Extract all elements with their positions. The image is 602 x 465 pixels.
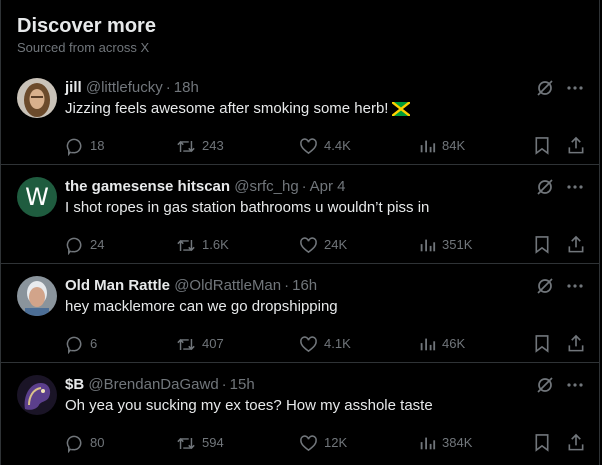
views-button[interactable]: 384K [418, 433, 472, 453]
view-count: 351K [442, 237, 473, 252]
timestamp[interactable]: 18h [174, 79, 199, 96]
tweet[interactable]: $B @BrendanDaGawd · 15h Oh yea you sucking… [1, 363, 599, 462]
view-count: 384K [442, 435, 473, 450]
author-handle[interactable]: @OldRattleMan [174, 277, 281, 294]
section-title: Discover more [17, 15, 156, 37]
grok-icon[interactable] [535, 177, 555, 202]
avatar[interactable] [17, 375, 57, 415]
repost-count: 1.6K [202, 237, 229, 252]
bookmark-button[interactable] [533, 235, 551, 254]
tweet-text: Jizzing feels awesome after smoking some… [65, 99, 583, 122]
grok-icon[interactable] [535, 78, 555, 103]
tweet-text: I shot ropes in gas station bathrooms u … [65, 199, 430, 216]
repost-button[interactable]: 407 [176, 334, 224, 354]
more-options-icon[interactable] [565, 177, 585, 202]
reply-count: 6 [90, 336, 98, 351]
views-button[interactable]: 351K [418, 235, 472, 255]
repost-button[interactable]: 243 [176, 136, 224, 156]
more-options-icon[interactable] [565, 276, 585, 301]
tweet[interactable]: jill @littlefucky · 18h Jizzing feels awes… [1, 66, 599, 165]
meta-separator: · [165, 79, 171, 96]
bookmark-button[interactable] [533, 433, 551, 452]
author-name[interactable]: jill [65, 79, 82, 96]
tweet-text: hey macklemore can we go dropshipping [65, 298, 338, 315]
repost-count: 594 [202, 435, 224, 450]
author-name[interactable]: the gamesense hitscan [65, 178, 230, 195]
repost-count: 407 [202, 336, 224, 351]
like-button[interactable]: 12K [299, 433, 347, 453]
timestamp[interactable]: 16h [292, 277, 317, 294]
avatar[interactable] [17, 78, 57, 118]
like-count: 4.1K [324, 336, 351, 351]
author-handle[interactable]: @srfc_hg [234, 178, 298, 195]
reply-count: 80 [90, 435, 105, 450]
like-button[interactable]: 24K [299, 235, 347, 255]
share-button[interactable] [567, 235, 585, 254]
tweet-text: Oh yea you sucking my ex toes? How my as… [65, 397, 433, 414]
repost-button[interactable]: 1.6K [176, 235, 229, 255]
tweet-text-content: Jizzing feels awesome after smoking some… [65, 100, 389, 117]
author-name[interactable]: Old Man Rattle [65, 277, 170, 294]
share-button[interactable] [567, 334, 585, 353]
tweet[interactable]: Old Man Rattle @OldRattleMan · 16h hey mac… [1, 264, 599, 363]
reply-count: 18 [90, 138, 105, 153]
view-count: 46K [442, 336, 466, 351]
like-count: 12K [324, 435, 348, 450]
timestamp[interactable]: Apr 4 [310, 178, 346, 195]
reply-button[interactable]: 80 [65, 433, 104, 453]
like-button[interactable]: 4.4K [299, 136, 351, 156]
like-button[interactable]: 4.1K [299, 334, 351, 354]
meta-separator: · [301, 178, 307, 195]
bookmark-button[interactable] [533, 334, 551, 353]
author-handle[interactable]: @BrendanDaGawd [88, 376, 218, 393]
reply-button[interactable]: 18 [65, 136, 104, 156]
like-count: 24K [324, 237, 348, 252]
meta-separator: · [221, 376, 227, 393]
avatar[interactable] [17, 276, 57, 316]
like-count: 4.4K [324, 138, 351, 153]
bookmark-button[interactable] [533, 136, 551, 155]
avatar[interactable]: W [17, 177, 57, 217]
avatar-letter: W [25, 183, 49, 211]
timestamp[interactable]: 15h [230, 376, 255, 393]
view-count: 84K [442, 138, 466, 153]
jamaica-flag-icon [391, 101, 412, 122]
more-options-icon[interactable] [565, 78, 585, 103]
author-handle[interactable]: @littlefucky [86, 79, 163, 96]
repost-button[interactable]: 594 [176, 433, 224, 453]
views-button[interactable]: 46K [418, 334, 465, 354]
reply-button[interactable]: 24 [65, 235, 104, 255]
more-options-icon[interactable] [565, 375, 585, 400]
share-button[interactable] [567, 136, 585, 155]
reply-count: 24 [90, 237, 105, 252]
grok-icon[interactable] [535, 375, 555, 400]
tweet[interactable]: W the gamesense hitscan @srfc_hg · Apr 4 I… [1, 165, 599, 264]
section-subtitle: Sourced from across X [17, 40, 150, 55]
reply-button[interactable]: 6 [65, 334, 97, 354]
meta-separator: · [284, 277, 290, 294]
author-name[interactable]: $B [65, 376, 84, 393]
discover-header: Discover more Sourced from across X [1, 0, 599, 66]
discover-more-panel: Discover more Sourced from across X jill… [0, 0, 600, 465]
share-button[interactable] [567, 433, 585, 452]
repost-count: 243 [202, 138, 224, 153]
views-button[interactable]: 84K [418, 136, 465, 156]
grok-icon[interactable] [535, 276, 555, 301]
